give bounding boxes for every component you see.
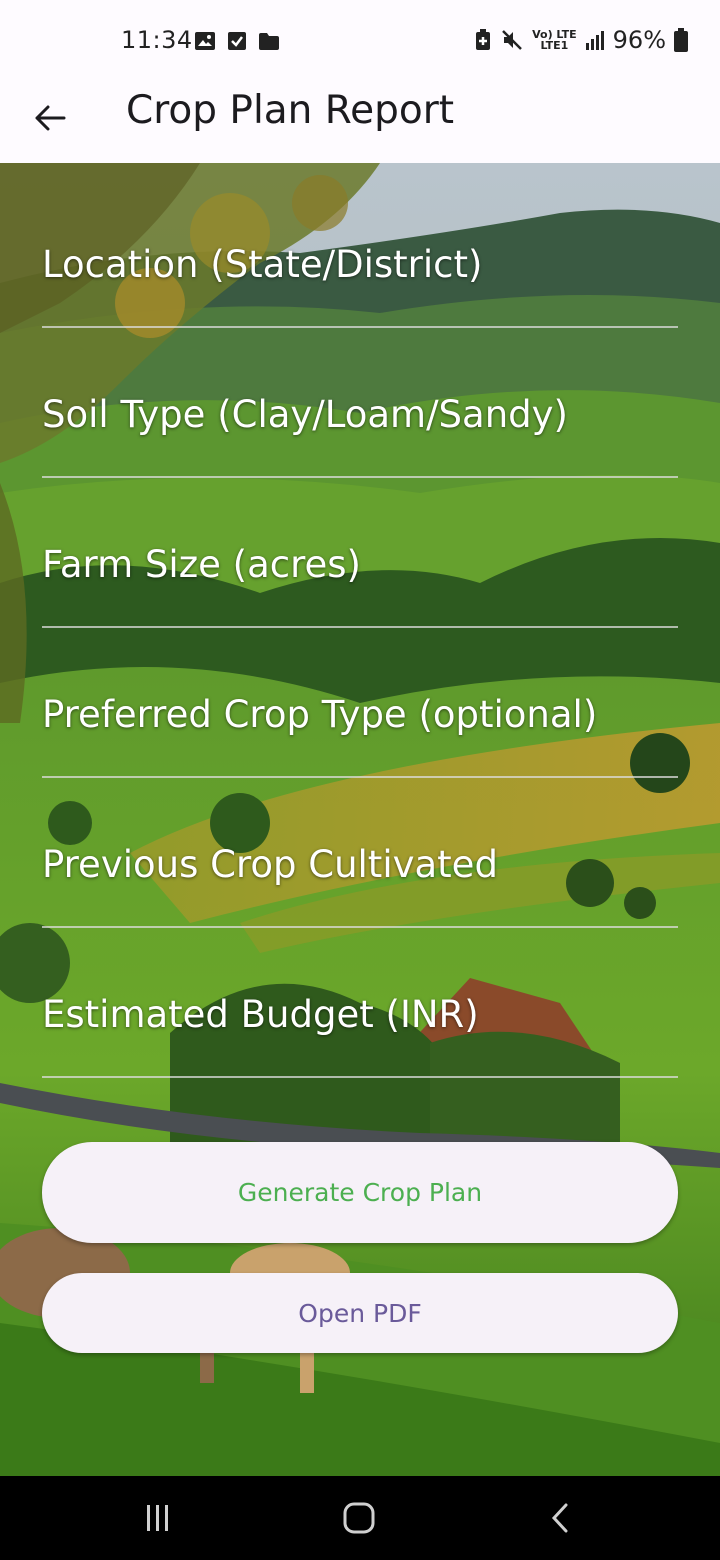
network-bottom-label: LTE1 xyxy=(540,39,569,52)
budget-field[interactable]: Estimated Budget (INR) xyxy=(42,943,678,1103)
status-time: 11:34 xyxy=(121,26,193,54)
app-bar: Crop Plan Report xyxy=(0,82,720,163)
previous-crop-input[interactable] xyxy=(42,853,678,953)
content-area: Location (State/District) Soil Type (Cla… xyxy=(0,163,720,1476)
gallery-icon xyxy=(195,32,215,50)
soil-type-underline xyxy=(42,476,678,478)
checkbox-icon xyxy=(228,32,246,50)
arrow-left-icon xyxy=(35,105,66,131)
battery-percentage: 96% xyxy=(612,26,666,54)
back-icon xyxy=(551,1503,568,1533)
home-icon xyxy=(343,1502,375,1534)
recents-button[interactable] xyxy=(138,1498,178,1538)
signal-icon xyxy=(585,31,604,50)
soil-type-field[interactable]: Soil Type (Clay/Loam/Sandy) xyxy=(42,343,678,503)
home-button[interactable] xyxy=(339,1498,379,1538)
page-title: Crop Plan Report xyxy=(126,88,455,133)
preferred-crop-underline xyxy=(42,776,678,778)
open-pdf-button[interactable]: Open PDF xyxy=(42,1273,678,1353)
location-underline xyxy=(42,326,678,328)
battery-saver-icon xyxy=(476,29,491,50)
status-icons-left xyxy=(194,31,280,51)
status-bar: 11:34 Vo) LTE LTE1 96% xyxy=(0,0,720,82)
generate-crop-plan-button[interactable]: Generate Crop Plan xyxy=(42,1142,678,1243)
farm-size-input[interactable] xyxy=(42,553,678,653)
location-input[interactable] xyxy=(42,253,678,353)
preferred-crop-field[interactable]: Preferred Crop Type (optional) xyxy=(42,643,678,803)
mute-icon xyxy=(502,30,522,50)
farm-size-field[interactable]: Farm Size (acres) xyxy=(42,493,678,653)
system-back-button[interactable] xyxy=(540,1498,580,1538)
soil-type-input[interactable] xyxy=(42,403,678,503)
status-icons-right: Vo) LTE LTE1 96% xyxy=(474,26,688,54)
network-indicator: Vo) LTE LTE1 xyxy=(532,29,577,51)
previous-crop-underline xyxy=(42,926,678,928)
location-field[interactable]: Location (State/District) xyxy=(42,193,678,353)
previous-crop-field[interactable]: Previous Crop Cultivated xyxy=(42,793,678,953)
preferred-crop-input[interactable] xyxy=(42,703,678,803)
folder-icon xyxy=(259,33,279,50)
battery-icon xyxy=(674,28,688,52)
budget-underline xyxy=(42,1076,678,1078)
budget-input[interactable] xyxy=(42,1003,678,1103)
recents-icon xyxy=(147,1505,168,1531)
back-button[interactable] xyxy=(26,94,74,142)
navigation-bar xyxy=(0,1476,720,1560)
farm-size-underline xyxy=(42,626,678,628)
